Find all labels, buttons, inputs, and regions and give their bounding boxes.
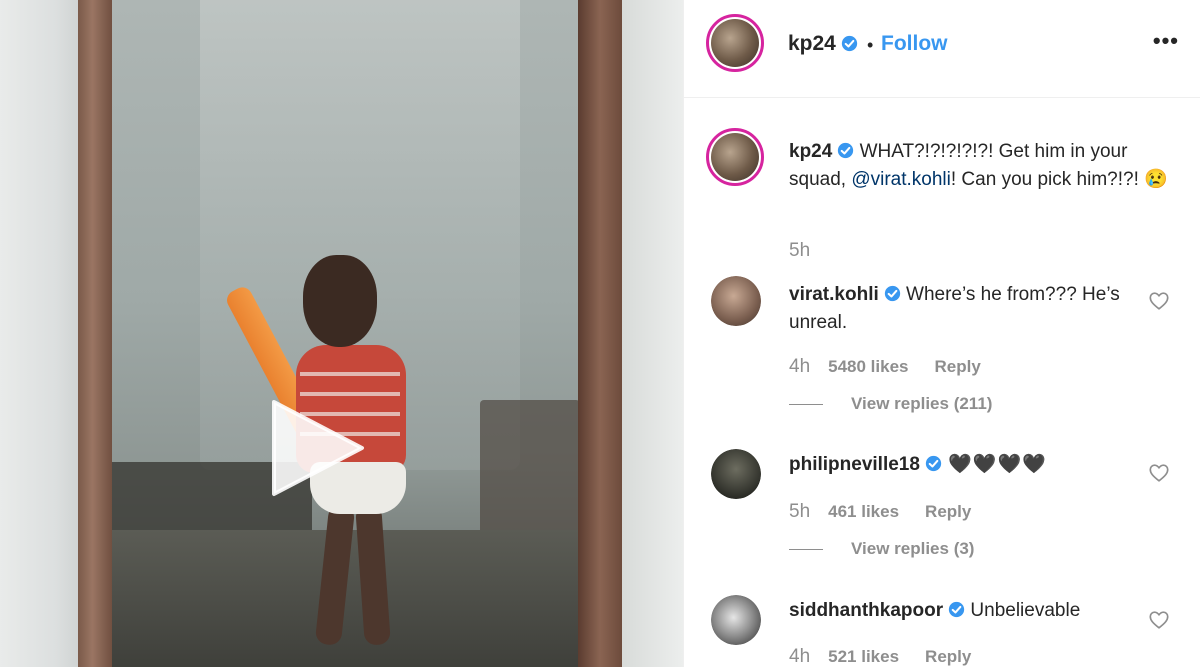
author-username[interactable]: kp24 xyxy=(788,32,858,56)
verified-badge-icon xyxy=(925,455,942,472)
view-replies-button[interactable]: View replies (3) xyxy=(789,539,974,559)
comment-meta: 4h 5480 likes Reply xyxy=(789,356,981,378)
reply-button[interactable]: Reply xyxy=(925,647,971,667)
comment-text: Unbelievable xyxy=(965,600,1081,621)
replies-divider-line xyxy=(789,403,823,405)
author-avatar[interactable] xyxy=(706,14,764,72)
video-frame-chair xyxy=(480,400,580,540)
video-frame-door xyxy=(578,0,622,667)
comment-likes[interactable]: 461 likes xyxy=(828,502,899,522)
header-separator: • xyxy=(867,35,874,55)
verified-badge-icon xyxy=(948,601,965,618)
caption-mention-link[interactable]: @virat.kohli xyxy=(851,169,951,190)
post-header: kp24 • Follow ••• xyxy=(684,0,1200,98)
comment-avatar[interactable] xyxy=(711,595,761,645)
video-child-stripe xyxy=(300,372,400,376)
heart-outline-icon[interactable] xyxy=(1148,609,1170,631)
comment-username[interactable]: philipneville18 xyxy=(789,454,920,475)
comment-meta: 5h 461 likes Reply xyxy=(789,501,971,523)
view-replies-label: View replies (3) xyxy=(851,539,975,558)
view-replies-button[interactable]: View replies (211) xyxy=(789,394,992,414)
heart-outline-icon[interactable] xyxy=(1148,290,1170,312)
comment-avatar[interactable] xyxy=(711,449,761,499)
reply-button[interactable]: Reply xyxy=(935,357,981,377)
video-frame-wall xyxy=(622,0,683,667)
comment-text: 🖤🖤🖤🖤 xyxy=(941,454,1047,475)
verified-badge-icon xyxy=(841,35,858,52)
verified-badge-icon xyxy=(838,142,854,159)
view-replies-label: View replies (211) xyxy=(851,394,993,413)
comment-timestamp[interactable]: 4h xyxy=(789,356,810,378)
post-video[interactable] xyxy=(0,0,683,667)
video-child-stripe xyxy=(300,392,400,396)
follow-button[interactable]: Follow xyxy=(881,32,948,56)
replies-divider-line xyxy=(789,548,823,550)
verified-badge-icon xyxy=(884,285,900,302)
reply-button[interactable]: Reply xyxy=(925,502,971,522)
heart-outline-icon[interactable] xyxy=(1148,462,1170,484)
video-frame-door xyxy=(78,0,114,667)
play-icon[interactable] xyxy=(266,398,366,498)
comment-timestamp[interactable]: 5h xyxy=(789,501,810,523)
caption-text: ! Can you pick him?!?! 😢 xyxy=(950,169,1168,190)
comment-body: virat.kohli Where’s he from??? He’s unre… xyxy=(789,281,1144,337)
comment-timestamp[interactable]: 4h xyxy=(789,646,810,667)
caption-username[interactable]: kp24 xyxy=(789,141,832,162)
post-side-panel: kp24 • Follow ••• kp24 WHAT?!?!?!?!?! Ge… xyxy=(683,0,1200,667)
comment-meta: 4h 521 likes Reply xyxy=(789,646,971,667)
comment-username[interactable]: siddhanthkapoor xyxy=(789,600,943,621)
comment-body: philipneville18 🖤🖤🖤🖤 xyxy=(789,451,1144,479)
comment-username[interactable]: virat.kohli xyxy=(789,284,879,305)
post-caption: kp24 WHAT?!?!?!?!?! Get him in your squa… xyxy=(789,138,1184,194)
comment-likes[interactable]: 521 likes xyxy=(828,647,899,667)
comment-body: siddhanthkapoor Unbelievable xyxy=(789,597,1144,625)
comment-avatar[interactable] xyxy=(711,276,761,326)
video-frame-wall xyxy=(0,0,80,667)
caption-avatar[interactable] xyxy=(706,128,764,186)
comment-likes[interactable]: 5480 likes xyxy=(828,357,908,377)
caption-timestamp[interactable]: 5h xyxy=(789,240,810,262)
more-options-icon[interactable]: ••• xyxy=(1153,30,1179,52)
video-child-head xyxy=(303,255,377,347)
